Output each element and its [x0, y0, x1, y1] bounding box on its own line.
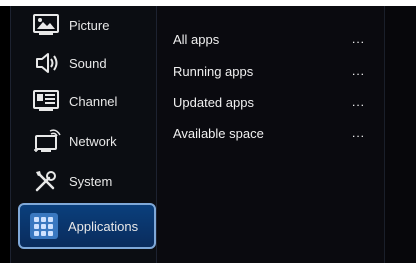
sidebar-item-label: System	[69, 173, 113, 189]
detail-panel	[384, 6, 416, 263]
row-label: Available space	[173, 126, 264, 141]
tools-icon	[31, 168, 61, 194]
sidebar-item-sound[interactable]: Sound	[17, 44, 155, 82]
sidebar-item-picture[interactable]: Picture	[17, 6, 155, 44]
menu-row-all-apps[interactable]: All apps ...	[173, 30, 373, 50]
network-icon	[31, 128, 61, 154]
tv-settings-screen: Picture Sound Channel Network System App…	[0, 6, 416, 263]
row-label: Running apps	[173, 64, 254, 79]
sidebar-item-system[interactable]: System	[17, 162, 155, 200]
sidebar-item-label: Picture	[69, 17, 110, 33]
speaker-icon	[31, 50, 61, 76]
row-label: Updated apps	[173, 95, 254, 110]
row-value: ...	[351, 32, 365, 46]
sidebar-item-label: Sound	[69, 55, 107, 71]
menu-row-running-apps[interactable]: Running apps ...	[173, 62, 373, 82]
sidebar-item-channel[interactable]: Channel	[17, 82, 155, 120]
applications-panel: All apps ... Running apps ... Updated ap…	[157, 6, 384, 263]
picture-icon	[31, 12, 61, 38]
sidebar-item-label: Channel	[69, 93, 118, 109]
row-value: ...	[351, 64, 365, 78]
row-value: ...	[351, 126, 365, 140]
menu-row-updated-apps[interactable]: Updated apps ...	[173, 93, 373, 113]
sidebar-item-label: Applications	[68, 218, 139, 234]
menu-row-available-space[interactable]: Available space ...	[173, 124, 373, 144]
sidebar-item-network[interactable]: Network	[17, 122, 155, 160]
sidebar-item-label: Network	[69, 133, 117, 149]
channel-icon	[31, 88, 61, 114]
settings-sidebar: Picture Sound Channel Network System App…	[10, 6, 157, 263]
apps-icon	[28, 211, 60, 241]
row-value: ...	[351, 95, 365, 109]
sidebar-item-applications[interactable]: Applications	[18, 203, 156, 249]
row-label: All apps	[173, 32, 220, 47]
